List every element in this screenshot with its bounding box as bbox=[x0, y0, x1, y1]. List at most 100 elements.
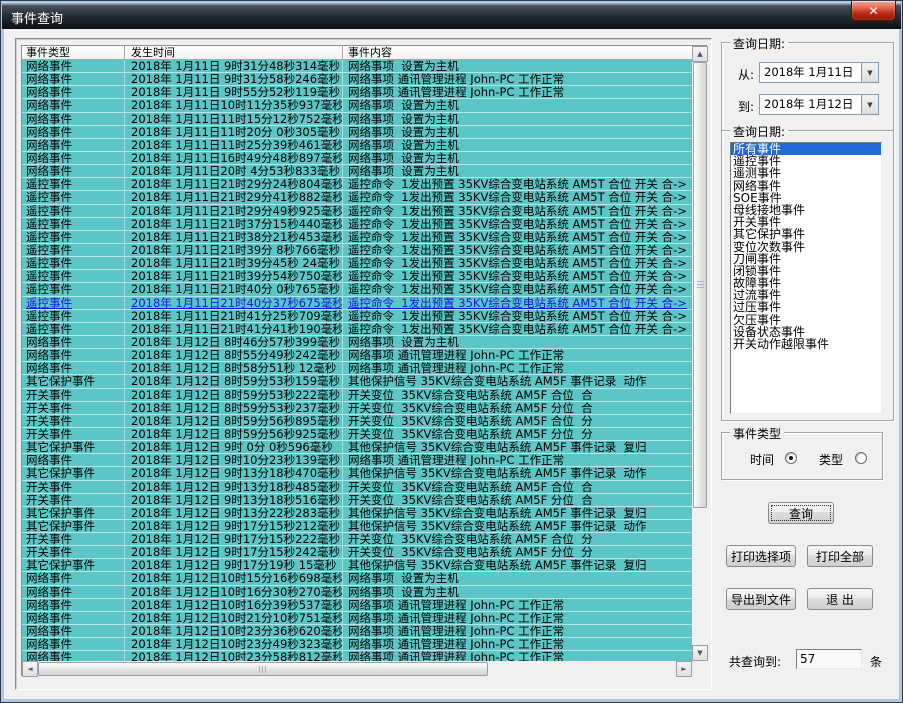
event-type-option[interactable]: 故障事件 bbox=[731, 277, 881, 289]
from-date-dropdown-button[interactable]: ▼ bbox=[861, 63, 878, 82]
table-row[interactable]: 网络事件2018年 1月12日10时16分30秒270毫秒网络事项 设置为主机 bbox=[22, 586, 692, 599]
table-row[interactable]: 开关事件2018年 1月12日 9时17分15秒222毫秒开关变位 35KV综合… bbox=[22, 533, 692, 546]
to-date-dropdown-button[interactable]: ▼ bbox=[861, 95, 878, 114]
table-row[interactable]: 开关事件2018年 1月12日 8时59分56秒895毫秒开关变位 35KV综合… bbox=[22, 415, 692, 428]
print-selected-button[interactable]: 打印选择项 bbox=[726, 545, 796, 567]
scroll-down-button[interactable]: ▼ bbox=[692, 645, 708, 661]
table-row[interactable]: 其它保护事件2018年 1月12日 9时13分22秒283毫秒其他保护信号 35… bbox=[22, 507, 692, 520]
table-row[interactable]: 遥控事件2018年 1月11日21时40分37秒675毫秒遥控命令 1发出预置 … bbox=[22, 297, 692, 310]
exit-button[interactable]: 退 出 bbox=[807, 588, 873, 610]
table-row[interactable]: 遥控事件2018年 1月11日21时41分41秒190毫秒遥控命令 1发出预置 … bbox=[22, 323, 692, 336]
event-content-cell: 开关变位 35KV综合变电站系统 AM5F 分位 分 bbox=[343, 428, 692, 441]
event-type-option[interactable]: 开关动作越限事件 bbox=[731, 338, 881, 350]
table-row[interactable]: 遥控事件2018年 1月11日21时39分45秒 24毫秒遥控命令 1发出预置 … bbox=[22, 257, 692, 270]
scroll-up-button[interactable]: ▲ bbox=[692, 46, 708, 62]
event-type-option[interactable]: 网络事件 bbox=[731, 180, 881, 192]
scroll-left-button[interactable]: ◄ bbox=[22, 661, 38, 677]
event-type-option[interactable]: 遥控事件 bbox=[731, 155, 881, 167]
table-row[interactable]: 遥控事件2018年 1月11日21时29分24秒804毫秒遥控命令 1发出预置 … bbox=[22, 178, 692, 191]
table-row[interactable]: 网络事件2018年 1月12日10时23分49秒323毫秒网络事项 通讯管理进程… bbox=[22, 638, 692, 651]
table-row[interactable]: 开关事件2018年 1月12日 8时59分53秒222毫秒开关变位 35KV综合… bbox=[22, 389, 692, 402]
table-row[interactable]: 网络事件2018年 1月11日11时15分12秒752毫秒网络事项 设置为主机 bbox=[22, 113, 692, 126]
event-type-option[interactable]: 欠压事件 bbox=[731, 314, 881, 326]
mode-time-radio[interactable] bbox=[785, 452, 797, 464]
table-row[interactable]: 其它保护事件2018年 1月12日 9时17分19秒 15毫秒其他保护信号 35… bbox=[22, 559, 692, 572]
event-type-option[interactable]: 刀闸事件 bbox=[731, 253, 881, 265]
event-type-option[interactable]: SOE事件 bbox=[731, 192, 881, 204]
event-type-option[interactable]: 设备状态事件 bbox=[731, 326, 881, 338]
table-row[interactable]: 遥控事件2018年 1月11日21时39分54秒750毫秒遥控命令 1发出预置 … bbox=[22, 270, 692, 283]
event-time-cell: 2018年 1月12日 9时13分18秒470毫秒 bbox=[125, 467, 343, 480]
table-row[interactable]: 遥控事件2018年 1月11日21时29分41秒882毫秒遥控命令 1发出预置 … bbox=[22, 191, 692, 204]
table-row[interactable]: 开关事件2018年 1月12日 9时13分18秒516毫秒开关变位 35KV综合… bbox=[22, 494, 692, 507]
table-row[interactable]: 其它保护事件2018年 1月12日 9时13分18秒470毫秒其他保护信号 35… bbox=[22, 467, 692, 480]
event-time-cell: 2018年 1月12日 9时17分15秒212毫秒 bbox=[125, 520, 343, 533]
event-type-option[interactable]: 其它保护事件 bbox=[731, 228, 881, 240]
table-row[interactable]: 遥控事件2018年 1月11日21时37分15秒440毫秒遥控命令 1发出预置 … bbox=[22, 218, 692, 231]
table-row[interactable]: 网络事件2018年 1月11日11时20分 0秒305毫秒网络事项 设置为主机 bbox=[22, 126, 692, 139]
table-row[interactable]: 网络事件2018年 1月11日20时 4分53秒833毫秒网络事项 设置为主机 bbox=[22, 165, 692, 178]
event-type-option[interactable]: 闭锁事件 bbox=[731, 265, 881, 277]
table-row[interactable]: 网络事件2018年 1月12日 8时58分51秒 12毫秒网络事项 通讯管理进程… bbox=[22, 362, 692, 375]
table-row[interactable]: 网络事件2018年 1月12日10时16分39秒537毫秒网络事项 通讯管理进程… bbox=[22, 599, 692, 612]
event-type-option[interactable]: 母线接地事件 bbox=[731, 204, 881, 216]
table-row[interactable]: 遥控事件2018年 1月11日21时39分 8秒766毫秒遥控命令 1发出预置 … bbox=[22, 244, 692, 257]
table-row[interactable]: 遥控事件2018年 1月11日21时38分21秒453毫秒遥控命令 1发出预置 … bbox=[22, 231, 692, 244]
result-count-field[interactable] bbox=[796, 649, 862, 669]
titlebar[interactable]: 事件查询 bbox=[2, 2, 901, 29]
table-row[interactable]: 网络事件2018年 1月12日10时21分10秒751毫秒网络事项 通讯管理进程… bbox=[22, 612, 692, 625]
table-row[interactable]: 网络事件2018年 1月11日11时25分39秒461毫秒网络事项 设置为主机 bbox=[22, 139, 692, 152]
print-all-button[interactable]: 打印全部 bbox=[807, 545, 873, 567]
event-type-cell: 开关事件 bbox=[22, 402, 125, 415]
table-row[interactable]: 网络事件2018年 1月11日 9时55分52秒119毫秒网络事项 通讯管理进程… bbox=[22, 86, 692, 99]
horizontal-scrollbar-thumb[interactable] bbox=[38, 662, 488, 676]
column-header-event-type[interactable]: 事件类型 bbox=[22, 46, 125, 60]
event-type-option[interactable]: 遥测事件 bbox=[731, 167, 881, 179]
table-row[interactable]: 网络事件2018年 1月11日 9时31分48秒314毫秒网络事项 设置为主机 bbox=[22, 60, 692, 73]
export-to-file-button[interactable]: 导出到文件 bbox=[726, 588, 796, 610]
vertical-scrollbar-thumb[interactable] bbox=[693, 62, 707, 508]
scroll-right-button[interactable]: ► bbox=[676, 661, 692, 677]
table-row[interactable]: 遥控事件2018年 1月11日21时40分 0秒765毫秒遥控命令 1发出预置 … bbox=[22, 283, 692, 296]
table-row[interactable]: 遥控事件2018年 1月11日21时29分49秒925毫秒遥控命令 1发出预置 … bbox=[22, 205, 692, 218]
table-row[interactable]: 其它保护事件2018年 1月12日 8时59分53秒159毫秒其他保护信号 35… bbox=[22, 375, 692, 388]
table-row[interactable]: 网络事件2018年 1月12日 8时46分57秒399毫秒网络事项 设置为主机 bbox=[22, 336, 692, 349]
query-mode-group: 事件类型 时间 类型 bbox=[721, 432, 883, 480]
event-type-option[interactable]: 过流事件 bbox=[731, 289, 881, 301]
table-row[interactable]: 网络事件2018年 1月12日10时23分36秒620毫秒网络事项 通讯管理进程… bbox=[22, 625, 692, 638]
close-button[interactable]: ✕ bbox=[851, 1, 896, 21]
table-row[interactable]: 网络事件2018年 1月12日10时23分58秒812毫秒网络事项 通讯管理进程… bbox=[22, 651, 692, 661]
table-row[interactable]: 开关事件2018年 1月12日 8时59分56秒925毫秒开关变位 35KV综合… bbox=[22, 428, 692, 441]
event-content-cell: 网络事项 设置为主机 bbox=[343, 336, 692, 349]
event-content-cell: 其他保护信号 35KV综合变电站系统 AM5F 事件记录 复归 bbox=[343, 559, 692, 572]
event-type-option[interactable]: 开关事件 bbox=[731, 216, 881, 228]
event-type-listbox[interactable]: 所有事件遥控事件遥测事件网络事件SOE事件母线接地事件开关事件其它保护事件变位次… bbox=[730, 142, 882, 414]
event-time-cell: 2018年 1月11日21时41分25秒709毫秒 bbox=[125, 310, 343, 323]
event-type-option[interactable]: 变位次数事件 bbox=[731, 241, 881, 253]
event-content-cell: 遥控命令 1发出预置 35KV综合变电站系统 AM5T 合位 开关 合-> bbox=[343, 205, 692, 218]
table-row[interactable]: 开关事件2018年 1月12日 8时59分53秒237毫秒开关变位 35KV综合… bbox=[22, 402, 692, 415]
event-content-cell: 开关变位 35KV综合变电站系统 AM5F 合位 合 bbox=[343, 481, 692, 494]
horizontal-scrollbar: ◄ ► bbox=[22, 661, 692, 677]
column-header-event-content[interactable]: 事件内容 bbox=[343, 46, 692, 60]
event-type-option[interactable]: 所有事件 bbox=[731, 143, 881, 155]
query-button[interactable]: 查询 bbox=[768, 502, 834, 524]
to-date-combobox[interactable]: 2018年 1月12日 ▼ bbox=[759, 94, 879, 115]
table-row[interactable]: 网络事件2018年 1月12日10时15分16秒698毫秒网络事项 设置为主机 bbox=[22, 572, 692, 585]
mode-type-radio[interactable] bbox=[855, 452, 867, 464]
event-time-cell: 2018年 1月12日 8时59分53秒237毫秒 bbox=[125, 402, 343, 415]
table-row[interactable]: 网络事件2018年 1月12日 8时55分49秒242毫秒网络事项 通讯管理进程… bbox=[22, 349, 692, 362]
from-date-combobox[interactable]: 2018年 1月11日 ▼ bbox=[759, 62, 879, 83]
event-type-cell: 其它保护事件 bbox=[22, 520, 125, 533]
table-row[interactable]: 其它保护事件2018年 1月12日 9时 0分 0秒596毫秒其他保护信号 35… bbox=[22, 441, 692, 454]
table-row[interactable]: 网络事件2018年 1月11日10时11分35秒937毫秒网络事项 设置为主机 bbox=[22, 99, 692, 112]
table-row[interactable]: 其它保护事件2018年 1月12日 9时17分15秒212毫秒其他保护信号 35… bbox=[22, 520, 692, 533]
column-header-event-time[interactable]: 发生时间 bbox=[125, 46, 343, 60]
table-row[interactable]: 网络事件2018年 1月12日 9时10分23秒139毫秒网络事项 通讯管理进程… bbox=[22, 454, 692, 467]
table-row[interactable]: 网络事件2018年 1月11日 9时31分58秒246毫秒网络事项 通讯管理进程… bbox=[22, 73, 692, 86]
table-row[interactable]: 开关事件2018年 1月12日 9时13分18秒485毫秒开关变位 35KV综合… bbox=[22, 481, 692, 494]
table-row[interactable]: 开关事件2018年 1月12日 9时17分15秒242毫秒开关变位 35KV综合… bbox=[22, 546, 692, 559]
table-row[interactable]: 网络事件2018年 1月11日16时49分48秒897毫秒网络事项 设置为主机 bbox=[22, 152, 692, 165]
table-row[interactable]: 遥控事件2018年 1月11日21时41分25秒709毫秒遥控命令 1发出预置 … bbox=[22, 310, 692, 323]
event-type-option[interactable]: 过压事件 bbox=[731, 301, 881, 313]
